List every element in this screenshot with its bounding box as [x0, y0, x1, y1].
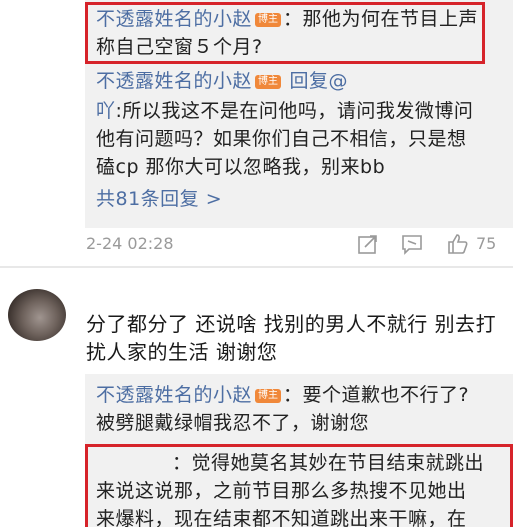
author-name[interactable]: 不透露姓名的小赵: [96, 384, 252, 406]
blogger-badge: 博主: [255, 75, 282, 89]
like-icon[interactable]: [446, 232, 470, 256]
reply-text: 磕cp 那你大可以忽略我，别来bb: [96, 156, 386, 178]
comment-text: 扰人家的生活 谢谢您: [86, 340, 278, 364]
more-replies-link[interactable]: 共81条回复 >: [96, 186, 222, 212]
share-icon[interactable]: [356, 232, 380, 256]
mention-tail[interactable]: 吖: [96, 100, 116, 122]
reply-text-body: :所以我这不是在问他吗，请问我发微博问: [115, 100, 474, 122]
reply-text: 他有问题吗？如果你们自己不相信，只是想: [96, 128, 467, 150]
comment-time: 2-24 02:28: [86, 234, 174, 253]
reply-text: 被劈腿戴绿帽我忍不了，谢谢您: [96, 412, 370, 434]
like-count: 75: [476, 234, 497, 253]
reply-mention[interactable]: 回复@: [283, 70, 348, 92]
reply-item: 不透露姓名的小赵 博主 ：要个道歉也不行了?: [96, 382, 469, 408]
blogger-badge: 博主: [255, 389, 282, 403]
highlight-frame: [85, 2, 485, 64]
avatar[interactable]: [8, 289, 66, 341]
divider: [0, 266, 513, 268]
comment-text: 分了都分了 还说啥 找别的男人不就行 别去打: [86, 312, 497, 336]
highlight-frame: [85, 444, 513, 527]
author-name[interactable]: 不透露姓名的小赵: [96, 70, 252, 92]
reply-item: 不透露姓名的小赵 博主 回复@: [96, 68, 348, 94]
reply-text: 吖:所以我这不是在问他吗，请问我发微博问: [96, 98, 473, 124]
reply-text: ：要个道歉也不行了?: [283, 384, 470, 406]
comment-icon[interactable]: [400, 232, 424, 256]
